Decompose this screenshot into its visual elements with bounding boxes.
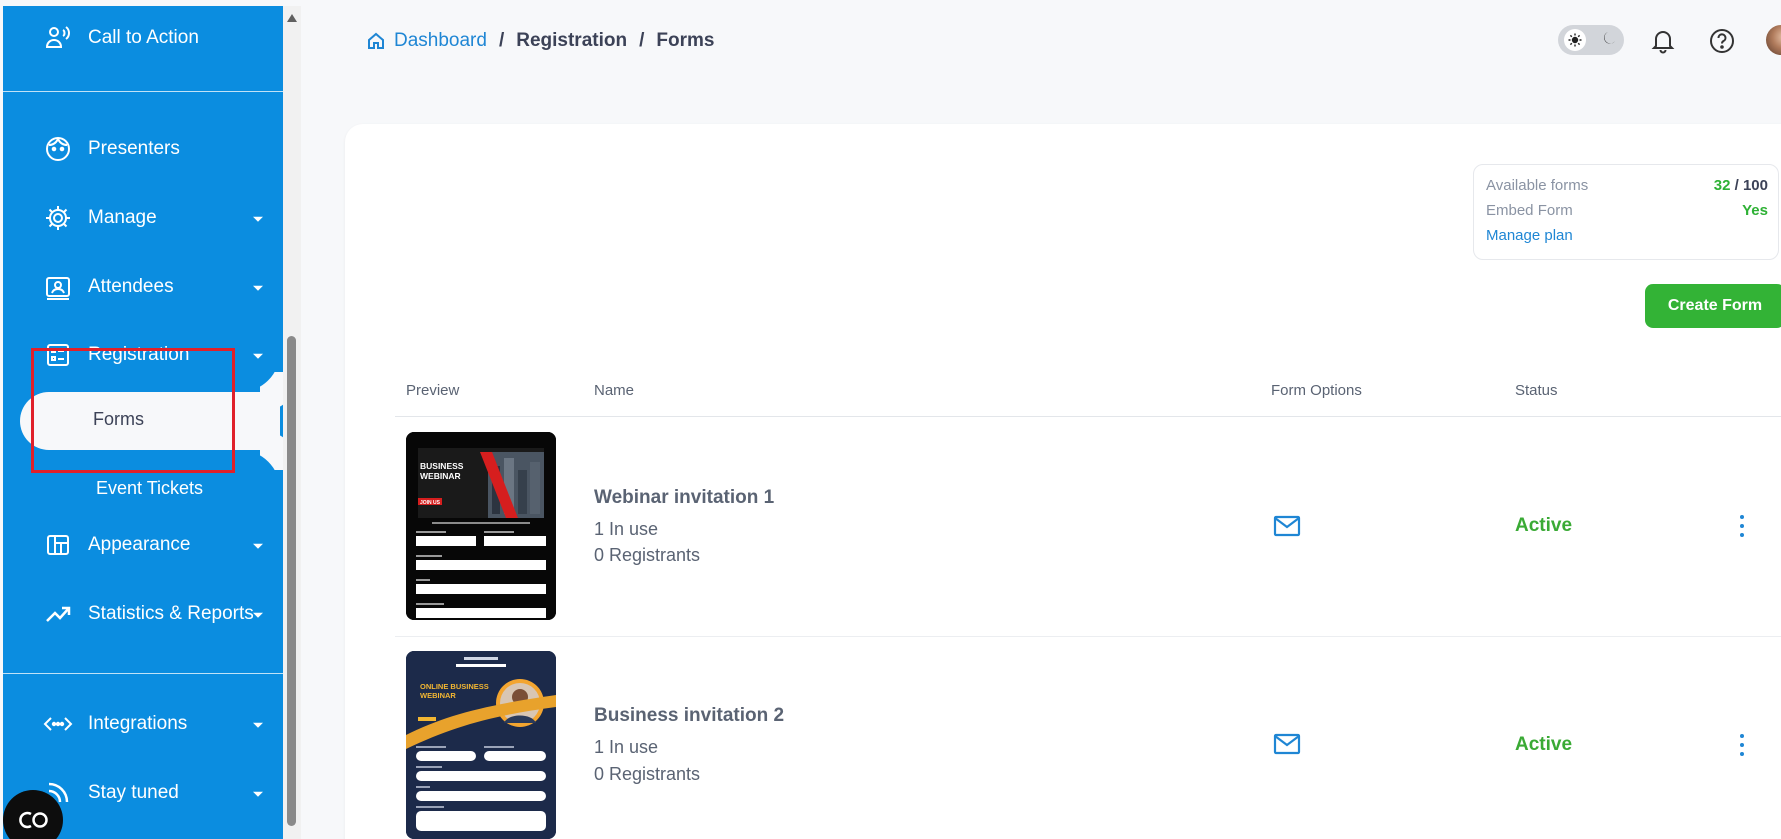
status-badge: Active [1515,515,1573,536]
chevron-down-icon [253,285,263,291]
sidebar-subitem-forms[interactable]: Forms [20,392,280,450]
sidebar-item-statistics-reports[interactable]: Statistics & Reports [3,586,283,642]
chevron-down-icon [253,722,263,728]
more-options-icon[interactable] [1737,734,1747,756]
sidebar-divider [3,91,283,92]
manage-plan-link[interactable]: Manage plan [1486,227,1573,244]
sidebar-subitem-event-tickets[interactable]: Event Tickets [96,478,203,499]
help-icon[interactable] [1708,27,1736,55]
home-icon [368,32,384,49]
row-divider [395,636,1781,637]
svg-text:ONLINE BUSINESS: ONLINE BUSINESS [420,682,489,691]
sidebar-scrollbar[interactable] [283,6,301,839]
plan-summary: Available forms 32 / 100 Embed Form Yes … [1473,164,1779,260]
available-forms-value: 32 / 100 [1713,177,1768,194]
sidebar-item-call-to-action[interactable]: Call to Action [3,10,283,66]
sidebar-item-manage[interactable]: Manage [3,190,283,246]
sidebar-divider [3,673,283,674]
svg-text:JOIN US: JOIN US [420,500,441,506]
chevron-down-icon [253,791,263,797]
form-in-use: 1 In use [594,737,659,757]
form-list-icon [43,340,73,370]
svg-text:WEBINAR: WEBINAR [420,691,456,700]
megaphone-person-icon [43,23,73,53]
co-logo-icon [19,811,48,829]
available-forms-label: Available forms [1486,177,1589,194]
sun-icon [1564,29,1586,51]
form-preview-thumbnail[interactable]: ONLINE BUSINESS WEBINAR [406,651,556,839]
scrollbar-thumb[interactable] [287,336,296,826]
bell-icon[interactable] [1649,27,1677,55]
chevron-down-icon [253,216,263,222]
chevron-down-icon [253,612,263,618]
svg-text:WEBINAR: WEBINAR [420,471,461,481]
table-header-divider [395,416,1781,417]
form-name[interactable]: Webinar invitation 1 [594,487,774,509]
form-preview-thumbnail[interactable]: BUSINESS WEBINAR JOIN US [406,432,556,620]
form-name[interactable]: Business invitation 2 [594,705,784,727]
mail-icon[interactable] [1273,514,1301,538]
code-arrows-icon [43,709,73,739]
mail-icon[interactable] [1273,732,1301,756]
scroll-up-arrow-icon[interactable] [287,14,297,22]
face-icon [43,134,73,164]
sidebar-item-integrations[interactable]: Integrations [3,696,283,752]
sidebar-item-presenters[interactable]: Presenters [3,121,283,177]
moon-icon [1602,30,1618,51]
form-in-use: 1 In use [594,519,659,539]
column-header-form-options: Form Options [1271,382,1362,399]
chevron-down-icon [253,543,263,549]
avatar[interactable] [1766,25,1781,55]
breadcrumb-home-link[interactable]: Dashboard [366,30,487,52]
business-preview-image: ONLINE BUSINESS WEBINAR [406,651,556,839]
status-badge: Active [1515,734,1573,755]
embed-form-label: Embed Form [1486,202,1573,219]
create-form-button[interactable]: Create Form [1645,284,1781,328]
theme-toggle[interactable] [1558,25,1624,55]
column-header-preview[interactable]: Preview [406,382,459,399]
trend-up-icon [43,599,73,629]
sidebar-item-attendees[interactable]: Attendees [3,259,283,315]
sidebar-item-appearance[interactable]: Appearance [3,517,283,573]
breadcrumb-separator: / [639,30,645,51]
breadcrumb: Dashboard / Registration / Forms [366,30,714,52]
breadcrumb-registration[interactable]: Registration [516,30,627,52]
column-header-name[interactable]: Name [594,382,634,399]
breadcrumb-forms: Forms [656,30,715,51]
webinar-preview-image: BUSINESS WEBINAR JOIN US [406,432,556,620]
layout-icon [43,530,73,560]
form-registrants: 0 Registrants [594,545,701,565]
embed-form-value: Yes [1742,202,1768,219]
gear-icon [43,203,73,233]
column-header-status[interactable]: Status [1515,382,1558,399]
breadcrumb-separator: / [498,30,505,51]
form-registrants: 0 Registrants [594,764,701,784]
more-options-icon[interactable] [1737,515,1747,537]
svg-text:BUSINESS: BUSINESS [420,461,464,471]
id-card-icon [43,272,73,302]
